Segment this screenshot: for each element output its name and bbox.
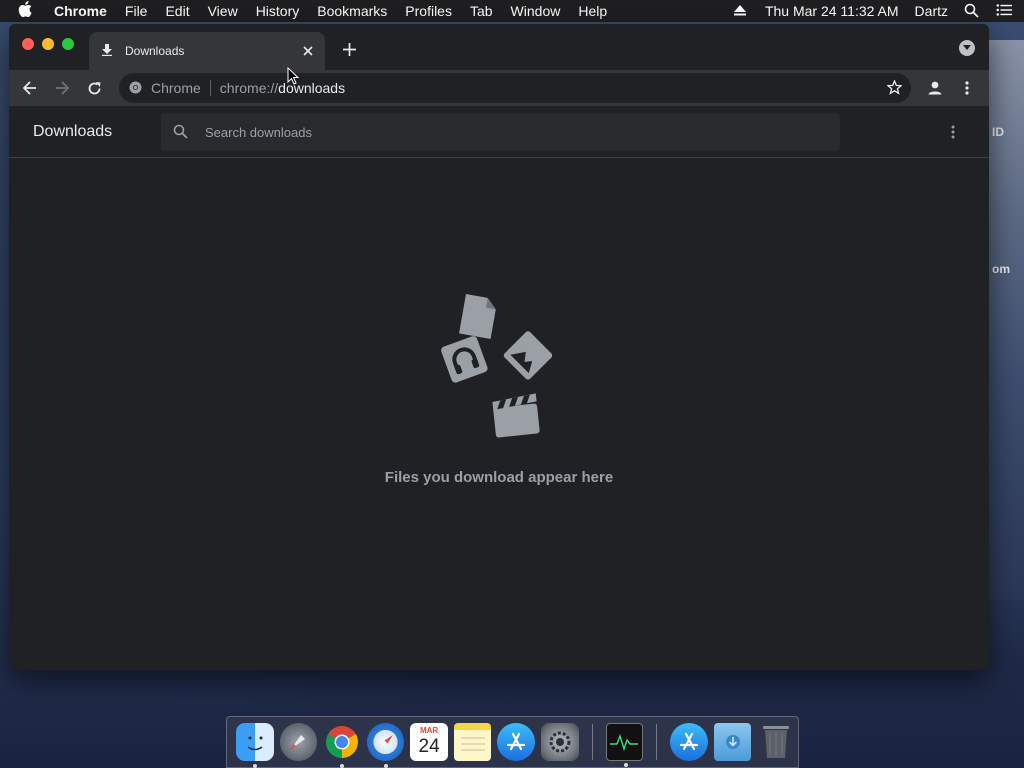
image-icon xyxy=(503,331,553,380)
eject-icon[interactable] xyxy=(733,3,749,19)
download-icon xyxy=(101,44,115,58)
system-preferences-icon[interactable] xyxy=(541,723,579,761)
reload-button[interactable] xyxy=(78,72,110,104)
downloads-header: Downloads Search downloads xyxy=(9,106,989,158)
back-button[interactable] xyxy=(14,72,46,104)
menu-bookmarks[interactable]: Bookmarks xyxy=(317,3,387,19)
running-indicator xyxy=(340,764,345,768)
menu-history[interactable]: History xyxy=(256,3,300,19)
arrow-right-icon xyxy=(56,81,69,95)
menu-bar: Chrome File Edit View History Bookmarks … xyxy=(0,0,1024,22)
menu-file[interactable]: File xyxy=(125,3,148,19)
desktop-label: om xyxy=(992,262,1010,276)
calendar-day: 24 xyxy=(418,736,440,757)
forward-button[interactable] xyxy=(46,72,78,104)
finder-icon[interactable] xyxy=(236,723,274,768)
menu-help[interactable]: Help xyxy=(578,3,607,19)
menu-edit[interactable]: Edit xyxy=(165,3,189,19)
running-indicator xyxy=(383,764,388,768)
downloads-more-button[interactable] xyxy=(943,122,963,142)
kebab-menu-icon xyxy=(951,125,955,139)
kebab-menu-icon xyxy=(965,81,969,95)
menubar-clock[interactable]: Thu Mar 24 11:32 AM xyxy=(765,3,899,19)
spotlight-search-icon[interactable] xyxy=(964,3,980,19)
running-indicator xyxy=(253,764,257,768)
menubar-user[interactable]: Dartz xyxy=(915,3,948,19)
notification-center-icon[interactable] xyxy=(996,3,1012,19)
menu-view[interactable]: View xyxy=(208,3,238,19)
desktop-wallpaper-edge xyxy=(988,40,1024,600)
downloads-folder-icon[interactable] xyxy=(713,723,752,761)
tab-strip: Downloads xyxy=(9,24,989,70)
menu-app-name[interactable]: Chrome xyxy=(54,3,107,19)
applications-folder-icon[interactable] xyxy=(670,723,708,761)
search-placeholder: Search downloads xyxy=(205,124,312,140)
site-chip[interactable]: Chrome xyxy=(151,80,211,96)
chevron-down-icon xyxy=(963,45,971,50)
window-controls xyxy=(22,38,74,50)
apple-icon[interactable] xyxy=(18,1,36,21)
tab-search-button[interactable] xyxy=(959,40,975,56)
url-scheme: chrome:// xyxy=(219,80,279,96)
menu-profiles[interactable]: Profiles xyxy=(405,3,452,19)
tab-downloads[interactable]: Downloads xyxy=(89,32,325,70)
dock-separator xyxy=(656,724,658,760)
running-indicator xyxy=(623,763,628,767)
fullscreen-window-button[interactable] xyxy=(62,38,74,50)
launchpad-icon[interactable] xyxy=(279,723,318,761)
empty-state-message: Files you download appear here xyxy=(384,469,614,486)
menu-tab[interactable]: Tab xyxy=(470,3,493,19)
calendar-icon[interactable]: MAR 24 xyxy=(410,723,448,761)
close-window-button[interactable] xyxy=(22,38,34,50)
tab-title: Downloads xyxy=(125,44,185,58)
menu-window[interactable]: Window xyxy=(511,3,561,19)
profile-button[interactable] xyxy=(919,72,951,104)
trash-icon[interactable] xyxy=(757,723,795,761)
dock-separator xyxy=(591,724,593,760)
arrow-left-icon xyxy=(23,81,36,95)
dock: MAR 24 xyxy=(226,716,799,768)
profile-avatar-icon xyxy=(928,81,942,95)
minimize-window-button[interactable] xyxy=(42,38,54,50)
safari-icon[interactable] xyxy=(366,723,405,768)
notes-icon[interactable] xyxy=(453,723,492,761)
chrome-site-icon xyxy=(129,81,143,95)
page-title: Downloads xyxy=(33,122,113,140)
document-icon xyxy=(459,294,496,339)
search-icon xyxy=(173,124,189,140)
empty-downloads-illustration xyxy=(428,290,553,440)
reload-icon xyxy=(88,81,100,94)
chrome-dock-icon[interactable] xyxy=(323,723,361,768)
address-bar[interactable]: Chrome chrome://downloads xyxy=(119,73,911,103)
tab-close-icon[interactable] xyxy=(299,42,317,60)
new-tab-button[interactable] xyxy=(339,39,359,59)
bookmark-star-icon[interactable] xyxy=(887,80,903,96)
app-store-icon[interactable] xyxy=(497,723,536,761)
activity-monitor-icon[interactable] xyxy=(605,723,644,767)
chrome-menu-button[interactable] xyxy=(951,72,983,104)
video-icon xyxy=(492,393,540,438)
mouse-cursor-icon xyxy=(287,67,299,85)
browser-toolbar: Chrome chrome://downloads xyxy=(9,70,989,106)
desktop-label: ID xyxy=(992,125,1004,139)
calendar-month: MAR xyxy=(419,726,439,735)
audio-icon xyxy=(441,336,488,383)
plus-icon xyxy=(342,42,356,56)
search-downloads-input[interactable]: Search downloads xyxy=(161,113,840,151)
